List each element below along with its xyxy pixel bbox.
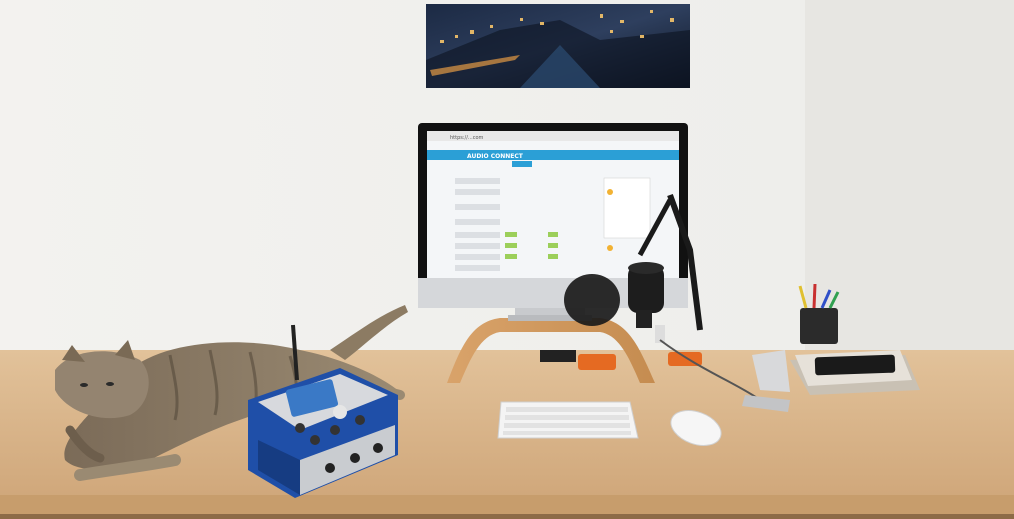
screen-url: https://...com [450, 135, 483, 141]
smartphone [814, 354, 896, 376]
pop-filter [564, 274, 620, 326]
poster-city-night [426, 4, 690, 88]
photo-scene: https://...com AUDIO CONNECT [0, 0, 1014, 519]
keyboard [497, 401, 639, 439]
black-box [540, 350, 576, 362]
screen-app-brand: AUDIO CONNECT [467, 153, 524, 160]
desk-edge [0, 495, 1014, 515]
desk-shadow-line [0, 514, 1014, 519]
scene-svg: https://...com AUDIO CONNECT [0, 0, 1014, 519]
monitor-screen: https://...com AUDIO CONNECT [427, 131, 679, 278]
orange-drive [578, 354, 616, 370]
